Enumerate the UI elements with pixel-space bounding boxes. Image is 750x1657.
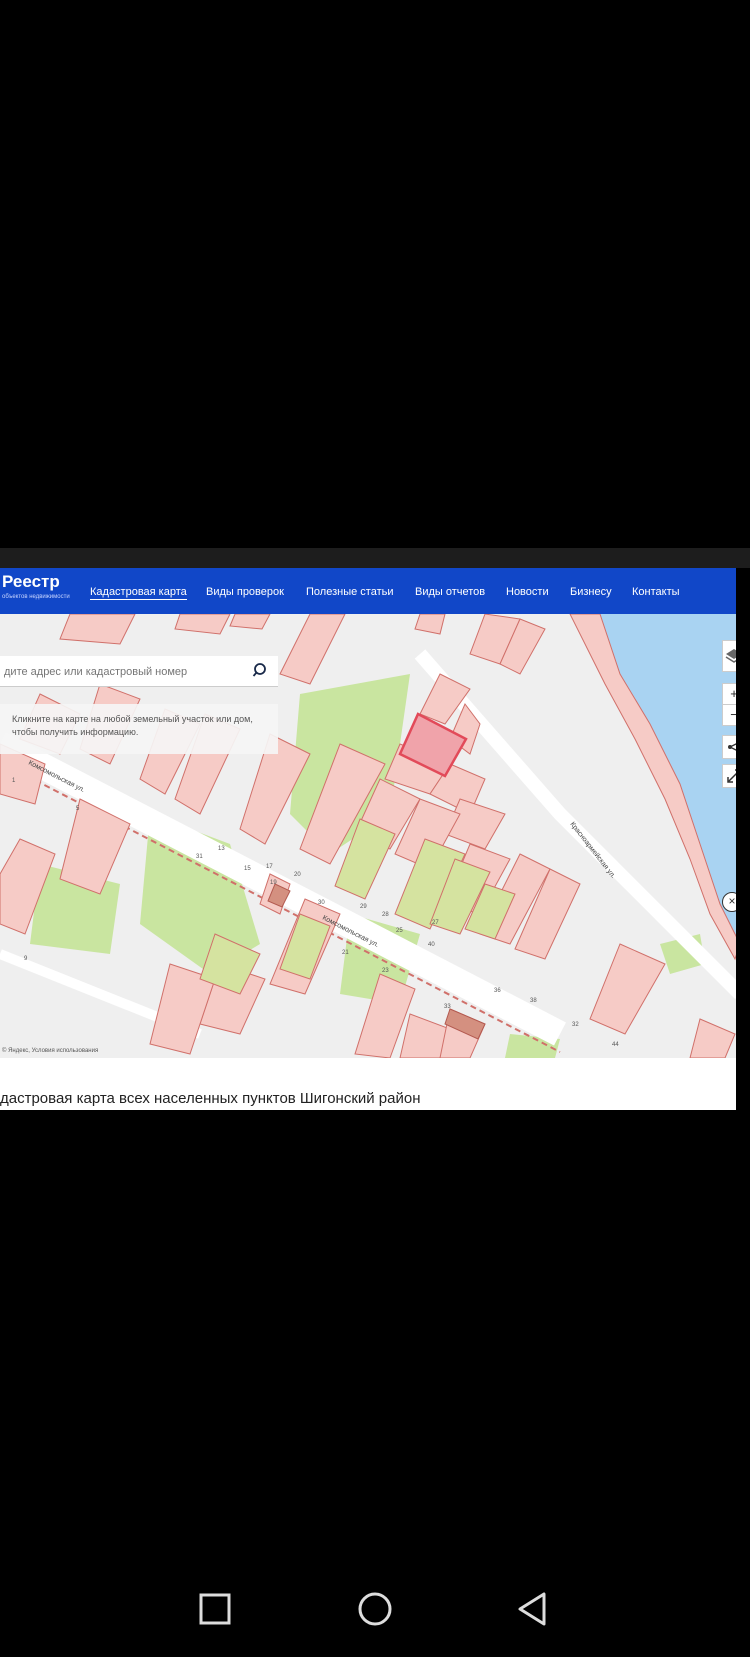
site-logo[interactable]: Реестр	[2, 572, 60, 592]
house-number: 38	[530, 998, 537, 1004]
house-number: 28	[382, 912, 389, 918]
house-number: 25	[396, 928, 403, 934]
house-number: 20	[294, 872, 301, 878]
page-heading: дастровая карта всех населенных пунктов …	[0, 1090, 421, 1107]
nav-cadastral-map[interactable]: Кадастровая карта	[90, 586, 187, 600]
monitor-bezel	[0, 548, 750, 568]
nav-news[interactable]: Новости	[506, 586, 549, 598]
nav-business[interactable]: Бизнесу	[570, 586, 612, 598]
house-number: 29	[360, 904, 367, 910]
land-parcel	[59, 614, 136, 645]
home-icon[interactable]	[355, 1590, 395, 1630]
house-number: 32	[572, 1022, 579, 1028]
house-number: 17	[266, 864, 273, 870]
site-header: Реестр объектов недвижимости Кадастровая…	[0, 568, 750, 614]
house-number: 36	[494, 988, 501, 994]
recent-apps-icon[interactable]	[196, 1590, 236, 1630]
street-label: Красноармейская ул.	[568, 820, 617, 880]
nav-report-types[interactable]: Виды отчетов	[415, 586, 485, 598]
house-number: 40	[428, 942, 435, 948]
address-search-input[interactable]	[2, 663, 246, 681]
site-logo-subtitle: объектов недвижимости	[2, 594, 70, 600]
house-number: 13	[218, 846, 225, 852]
house-number: 33	[444, 1004, 451, 1010]
house-number: 21	[342, 950, 349, 956]
house-number: 19	[270, 880, 277, 886]
back-icon[interactable]	[514, 1590, 554, 1630]
land-parcel	[589, 943, 666, 1035]
house-number: 44	[612, 1042, 619, 1048]
house-number: 23	[382, 968, 389, 974]
house-number: 31	[196, 854, 203, 860]
house-number: 27	[432, 920, 439, 926]
land-parcel	[279, 614, 346, 685]
android-navigation-bar	[0, 1590, 750, 1640]
nav-contacts[interactable]: Контакты	[632, 586, 680, 598]
house-number: 30	[318, 900, 325, 906]
monitor-bezel-right	[736, 568, 750, 1110]
map-attribution[interactable]: © Яндекс, Условия использования	[2, 1048, 98, 1054]
house-number: 15	[244, 866, 251, 872]
nav-useful-articles[interactable]: Полезные статьи	[306, 586, 393, 598]
address-search-box	[0, 656, 278, 687]
land-parcel	[689, 1018, 736, 1058]
land-parcel	[174, 614, 231, 635]
land-parcel	[229, 614, 271, 630]
map-hint-panel: Кликните на карте на любой земельный уча…	[0, 704, 278, 754]
land-parcel	[414, 614, 446, 635]
map-hint-text: Кликните на карте на любой земельный уча…	[12, 714, 253, 737]
search-icon[interactable]	[252, 661, 270, 679]
nav-inspection-types[interactable]: Виды проверок	[206, 586, 284, 598]
